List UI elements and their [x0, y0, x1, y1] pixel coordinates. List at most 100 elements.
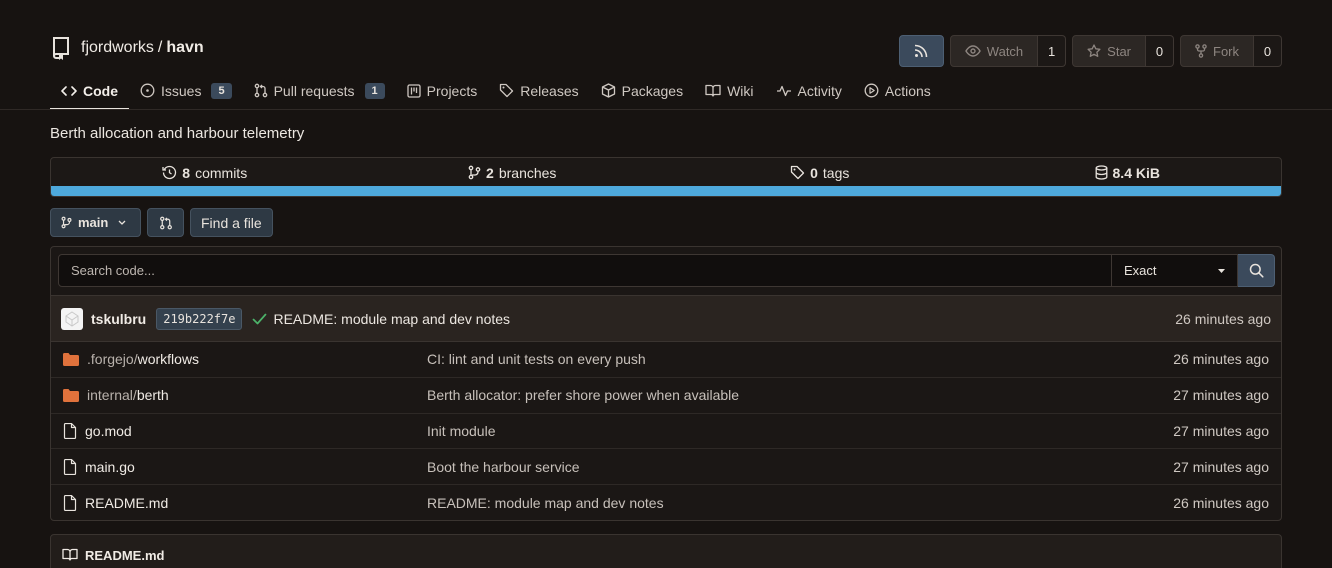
branches-count: 2 [486, 164, 494, 181]
readme-panel: README.md [50, 534, 1282, 568]
fork-button[interactable]: Fork [1180, 35, 1254, 67]
file-commit-time: 27 minutes ago [1173, 458, 1269, 475]
repo-name-link[interactable]: havn [166, 39, 203, 56]
tab-packages[interactable]: Packages [590, 72, 694, 109]
compare-button[interactable] [147, 208, 184, 237]
chevron-down-icon [118, 220, 126, 225]
star-button[interactable]: Star [1072, 35, 1146, 67]
fork-count[interactable]: 0 [1254, 35, 1282, 67]
file-entry[interactable]: .forgejo/workflows [63, 351, 427, 367]
file-name: berth [136, 387, 169, 404]
tab-packages-label: Packages [621, 82, 684, 99]
file-row: README.md README: module map and dev not… [51, 485, 1281, 521]
find-file-button[interactable]: Find a file [190, 208, 273, 237]
file-entry[interactable]: go.mod [63, 422, 427, 439]
package-icon [601, 83, 616, 98]
language-bar [51, 186, 1281, 196]
tab-activity-label: Activity [797, 82, 842, 99]
file-commit-message[interactable]: Init module [427, 423, 1173, 439]
tab-wiki[interactable]: Wiki [694, 72, 764, 109]
branch-selector[interactable]: main [50, 208, 141, 237]
repo-description: Berth allocation and harbour telemetry [50, 125, 305, 142]
search-input[interactable] [58, 254, 1112, 287]
tab-pull-requests[interactable]: Pull requests 1 [243, 72, 396, 109]
file-entry[interactable]: main.go [63, 458, 427, 475]
tab-releases[interactable]: Releases [488, 72, 589, 109]
commit-message[interactable]: README: module map and dev notes [273, 311, 510, 327]
folder-icon [63, 352, 79, 366]
search-mode-value: Exact [1124, 263, 1157, 278]
file-commit-message[interactable]: Boot the harbour service [427, 459, 1173, 475]
commits-stat[interactable]: 8 commits [51, 158, 359, 187]
tab-projects[interactable]: Projects [396, 72, 489, 109]
file-entry[interactable]: internal/berth [63, 387, 427, 403]
tab-wiki-label: Wiki [727, 82, 754, 99]
file-commit-time: 26 minutes ago [1173, 351, 1269, 368]
branches-stat[interactable]: 2 branches [359, 158, 667, 187]
tab-code[interactable]: Code [50, 72, 129, 110]
avatar[interactable] [61, 307, 83, 330]
search-mode-select[interactable]: Exact [1112, 254, 1238, 287]
tag-icon [499, 83, 514, 98]
tags-stat[interactable]: 0 tags [666, 158, 974, 187]
issues-count-badge: 5 [211, 82, 232, 99]
commit-sha[interactable]: 219b222f7e [156, 307, 243, 330]
readme-title: README.md [85, 548, 165, 563]
check-icon[interactable] [252, 313, 267, 325]
file-commit-message[interactable]: Berth allocator: prefer shore power when… [427, 387, 1173, 403]
tag-icon [790, 165, 805, 180]
branch-name: main [78, 215, 109, 230]
file-row: internal/berth Berth allocator: prefer s… [51, 378, 1281, 414]
repo-icon [50, 36, 72, 60]
repo-owner-link[interactable]: fjordworks [81, 39, 154, 56]
tab-code-label: Code [83, 82, 118, 99]
file-path-prefix: .forgejo/ [87, 351, 138, 368]
search-button[interactable] [1238, 254, 1275, 287]
tab-activity[interactable]: Activity [765, 72, 853, 109]
play-icon [864, 83, 879, 98]
repo-stats: 8 commits 2 branches 0 tags 8.4 KiB [50, 157, 1282, 197]
size-stat: 8.4 KiB [974, 158, 1282, 187]
fork-label: Fork [1213, 43, 1239, 59]
file-path-prefix: internal/ [87, 387, 137, 404]
tab-actions[interactable]: Actions [853, 72, 942, 109]
watch-count[interactable]: 1 [1038, 35, 1067, 67]
tab-releases-label: Releases [520, 82, 579, 99]
search-icon [1249, 263, 1264, 278]
pulse-icon [776, 85, 792, 97]
tabs-divider [0, 109, 1332, 110]
book-icon [62, 548, 78, 561]
file-commit-message[interactable]: README: module map and dev notes [427, 495, 1173, 511]
file-commit-time: 27 minutes ago [1173, 422, 1269, 439]
tab-projects-label: Projects [426, 82, 478, 99]
watch-button[interactable]: Watch [949, 35, 1039, 67]
file-icon [63, 495, 77, 512]
file-commit-time: 26 minutes ago [1173, 495, 1269, 512]
compare-icon [159, 216, 173, 230]
file-commit-message[interactable]: CI: lint and unit tests on every push [427, 351, 1173, 367]
branch-icon [61, 216, 72, 229]
file-name: workflows [137, 351, 200, 368]
file-row: go.mod Init module 27 minutes ago [51, 414, 1281, 450]
commit-author[interactable]: tskulbru [91, 311, 146, 327]
database-icon [1095, 165, 1108, 180]
tags-count: 0 [810, 164, 818, 181]
commits-label: commits [195, 164, 248, 181]
caret-down-icon [1218, 268, 1225, 273]
watch-label: Watch [986, 43, 1024, 59]
file-name: README.md [85, 495, 169, 512]
rss-feed-button[interactable] [898, 35, 944, 67]
star-count[interactable]: 0 [1146, 35, 1174, 67]
file-browser: Exact tskulbru 219b222f7e README: module… [50, 246, 1282, 521]
file-name: main.go [85, 458, 135, 475]
repo-header: fjordworks / havn [50, 36, 204, 60]
book-icon [705, 84, 721, 97]
file-entry[interactable]: README.md [63, 495, 427, 512]
file-row: .forgejo/workflows CI: lint and unit tes… [51, 342, 1281, 378]
commit-time: 26 minutes ago [1175, 310, 1271, 327]
latest-commit: tskulbru 219b222f7e README: module map a… [51, 295, 1281, 342]
branch-toolbar: main Find a file [50, 208, 273, 237]
tab-issues-label: Issues [161, 82, 202, 99]
tab-issues[interactable]: Issues 5 [129, 72, 243, 109]
history-icon [162, 165, 177, 180]
